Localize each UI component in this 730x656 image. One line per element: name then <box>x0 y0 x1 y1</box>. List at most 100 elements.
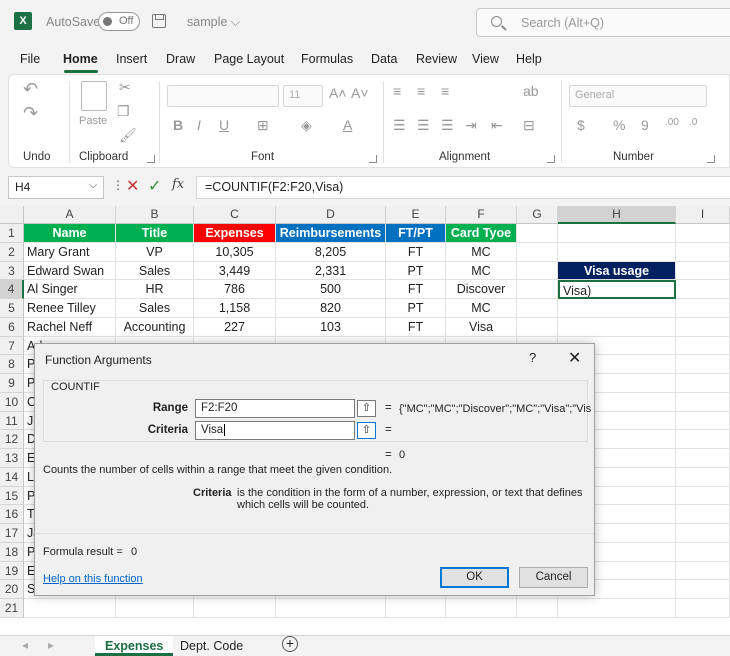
header-cell[interactable]: FT/PT <box>386 224 446 243</box>
grid-cell[interactable] <box>676 261 730 281</box>
grid-cell[interactable] <box>116 599 194 618</box>
row-header-18[interactable]: 18 <box>0 542 24 562</box>
grid-cell[interactable] <box>386 599 446 618</box>
align-right-icon[interactable]: ☰ <box>441 117 454 134</box>
row-header-2[interactable]: 2 <box>0 242 24 262</box>
row-header-6[interactable]: 6 <box>0 317 24 337</box>
select-all-corner[interactable] <box>0 206 24 224</box>
row-header-17[interactable]: 17 <box>0 524 24 543</box>
number-format-dropdown[interactable]: General <box>569 85 707 107</box>
grid-cell[interactable] <box>517 317 558 337</box>
increase-font-icon[interactable]: A˄ <box>329 85 347 101</box>
grid-cell[interactable] <box>676 430 730 449</box>
column-header-b[interactable]: B <box>116 206 194 224</box>
grid-cell[interactable] <box>676 374 730 393</box>
table-cell[interactable]: 227 <box>194 317 276 337</box>
table-cell[interactable]: MC <box>446 261 517 281</box>
grid-cell[interactable] <box>676 411 730 431</box>
indent-icon[interactable]: ⇥ <box>465 117 477 134</box>
column-header-i[interactable]: I <box>676 206 730 224</box>
merge-icon[interactable]: ⊟ <box>523 117 535 134</box>
header-cell[interactable]: Title <box>116 224 194 243</box>
header-cell[interactable]: Name <box>24 224 116 243</box>
paste-icon[interactable] <box>81 81 107 111</box>
table-cell[interactable]: 8,205 <box>276 242 386 262</box>
row-header-15[interactable]: 15 <box>0 486 24 506</box>
row-header-20[interactable]: 20 <box>0 580 24 599</box>
row-header-3[interactable]: 3 <box>0 261 24 281</box>
grid-cell[interactable] <box>676 355 730 374</box>
bold-icon[interactable]: B <box>173 117 183 133</box>
table-cell[interactable]: Accounting <box>116 317 194 337</box>
grid-cell[interactable] <box>194 599 276 618</box>
grid-cell[interactable] <box>558 599 676 618</box>
grid-cell[interactable] <box>558 224 676 243</box>
header-cell[interactable]: Reimbursements <box>276 224 386 243</box>
outdent-icon[interactable]: ⇤ <box>491 117 503 134</box>
grid-cell[interactable] <box>676 280 730 299</box>
criteria-input[interactable]: Visa <box>195 421 355 440</box>
decrease-decimal-icon[interactable]: .0 <box>689 117 697 128</box>
column-header-h[interactable]: H <box>558 206 676 224</box>
table-cell[interactable]: Mary Grant <box>24 242 116 262</box>
help-link[interactable]: Help on this function <box>43 573 143 585</box>
percent-icon[interactable]: % <box>613 117 625 133</box>
sheet-tab-expenses[interactable]: Expenses <box>95 636 174 656</box>
row-header-14[interactable]: 14 <box>0 467 24 487</box>
menu-home[interactable]: Home <box>63 52 98 66</box>
table-cell[interactable]: MC <box>446 299 517 318</box>
grid-cell[interactable] <box>676 317 730 337</box>
grid-cell[interactable] <box>676 486 730 506</box>
menu-help[interactable]: Help <box>516 52 542 66</box>
table-cell[interactable]: PT <box>386 261 446 281</box>
grid-cell[interactable] <box>676 336 730 356</box>
enter-icon[interactable]: ✓ <box>148 176 161 196</box>
table-cell[interactable]: 820 <box>276 299 386 318</box>
grid-cell[interactable] <box>676 524 730 543</box>
column-header-a[interactable]: A <box>24 206 116 224</box>
increase-decimal-icon[interactable]: .00 <box>665 117 679 128</box>
table-cell[interactable]: FT <box>386 317 446 337</box>
save-icon[interactable] <box>152 14 166 28</box>
table-cell[interactable]: HR <box>116 280 194 299</box>
align-left-icon[interactable]: ☰ <box>393 117 406 134</box>
table-cell[interactable]: Edward Swan <box>24 261 116 281</box>
table-cell[interactable]: 1,158 <box>194 299 276 318</box>
comma-icon[interactable]: 9 <box>641 117 649 133</box>
grid-cell[interactable] <box>676 561 730 581</box>
grid-cell[interactable] <box>676 599 730 618</box>
grid-cell[interactable] <box>24 599 116 618</box>
table-cell[interactable]: Visa <box>446 317 517 337</box>
grid-cell[interactable] <box>676 242 730 262</box>
visa-usage-header[interactable]: Visa usage <box>558 261 676 281</box>
row-header-19[interactable]: 19 <box>0 561 24 581</box>
fill-color-icon[interactable]: ◈ <box>301 117 312 134</box>
font-color-icon[interactable]: A <box>343 117 352 133</box>
table-cell[interactable]: 3,449 <box>194 261 276 281</box>
format-painter-icon[interactable]: 🖌 <box>119 127 137 144</box>
table-cell[interactable]: Renee Tilley <box>24 299 116 318</box>
number-launcher-icon[interactable] <box>707 155 715 163</box>
row-header-5[interactable]: 5 <box>0 299 24 318</box>
range-input[interactable]: F2:F20 <box>195 399 355 418</box>
grid-cell[interactable] <box>676 505 730 524</box>
menu-page-layout[interactable]: Page Layout <box>214 52 284 66</box>
grid-cell[interactable] <box>517 599 558 618</box>
grid-cell[interactable] <box>676 224 730 243</box>
align-middle-icon[interactable]: ≡ <box>417 83 425 99</box>
sheet-tab-dept-code[interactable]: Dept. Code <box>170 636 253 656</box>
copy-icon[interactable]: ❐ <box>117 103 130 120</box>
cancel-button[interactable]: Cancel <box>519 567 588 588</box>
menu-draw[interactable]: Draw <box>166 52 195 66</box>
insert-function-icon[interactable]: fx <box>172 177 184 192</box>
grid-cell[interactable] <box>676 467 730 487</box>
column-header-e[interactable]: E <box>386 206 446 224</box>
header-cell[interactable]: Card Tyoe <box>446 224 517 243</box>
menu-view[interactable]: View <box>472 52 499 66</box>
cut-icon[interactable]: ✂ <box>119 79 131 96</box>
align-bottom-icon[interactable]: ≡ <box>441 83 449 99</box>
table-cell[interactable]: 500 <box>276 280 386 299</box>
row-header-10[interactable]: 10 <box>0 392 24 412</box>
add-sheet-icon[interactable]: + <box>282 636 298 652</box>
redo-icon[interactable]: ↷ <box>23 103 38 124</box>
